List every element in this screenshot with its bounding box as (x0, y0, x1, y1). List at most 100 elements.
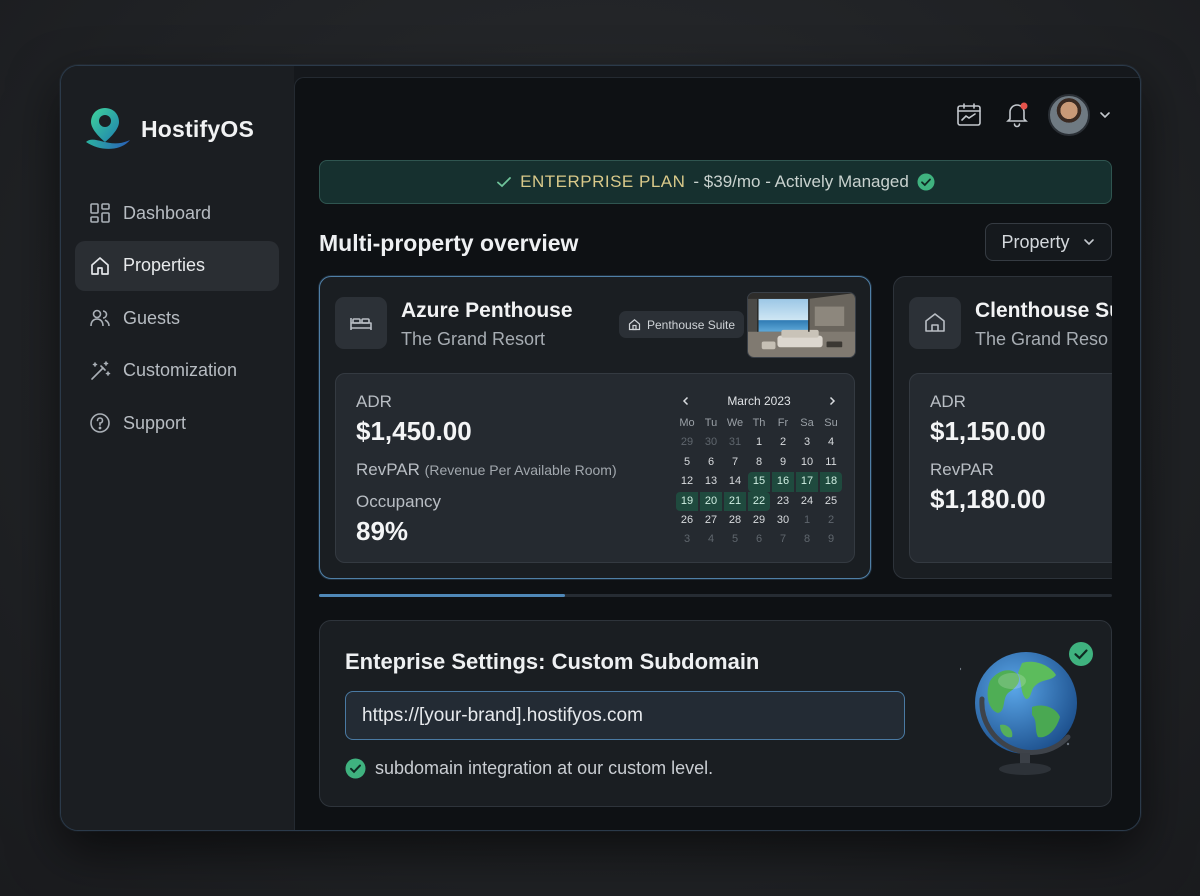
calendar-day[interactable]: 31 (724, 433, 746, 452)
calendar-day[interactable]: 20 (700, 491, 722, 511)
sidebar-item-label: Properties (123, 255, 206, 275)
chevron-right-icon[interactable] (827, 396, 837, 406)
calendar-weekday: Su (824, 417, 838, 429)
adr-value: $1,150.00 (930, 416, 1046, 446)
property-select[interactable]: Property (985, 223, 1112, 261)
calendar-day[interactable]: 30 (700, 433, 722, 452)
location-pin-logo-icon (86, 108, 130, 149)
calendar-day[interactable]: 18 (820, 472, 842, 492)
app-window: HostifyOS Dashboard Properties Guests Cu… (60, 65, 1141, 831)
calendar-day[interactable]: 28 (724, 511, 746, 530)
metrics-panel: ADR $1,150.00 RevPAR $1,180.00 (909, 373, 1123, 563)
calendar-day[interactable]: 11 (820, 453, 842, 472)
sidebar-item-label: Support (123, 412, 187, 433)
calendar-day[interactable]: 4 (820, 433, 842, 452)
sidebar-item-properties[interactable]: Properties (75, 240, 279, 291)
avatar[interactable] (1048, 94, 1090, 136)
plan-details: - $39/mo - Actively Managed (693, 172, 909, 191)
calendar-day[interactable]: 7 (724, 453, 746, 472)
calendar-day[interactable]: 27 (700, 511, 722, 530)
calendar-day[interactable]: 9 (820, 530, 842, 549)
calendar-day[interactable]: 2 (820, 511, 842, 530)
calendar-day[interactable]: 29 (748, 511, 770, 530)
chevron-down-icon (1083, 239, 1094, 246)
bell-icon[interactable] (1003, 100, 1031, 128)
calendar-day[interactable]: 3 (796, 433, 818, 452)
occupancy-value: 89% (356, 516, 409, 546)
sidebar-item-label: Customization (123, 360, 238, 380)
logo[interactable]: HostifyOS (83, 104, 254, 154)
calendar-day[interactable]: 6 (748, 530, 770, 549)
home-icon (91, 256, 109, 275)
calendar-day[interactable]: 16 (772, 472, 794, 492)
calendar-day[interactable]: 12 (676, 472, 698, 491)
occupancy-label: Occupancy (356, 492, 442, 511)
suite-badge: Penthouse Suite (619, 311, 745, 338)
calendar-day[interactable]: 8 (796, 530, 818, 549)
suite-badge-label: Penthouse Suite (647, 317, 736, 332)
page-title: Multi-property overview (319, 230, 579, 256)
calendar-day[interactable]: 3 (676, 530, 698, 549)
carousel-scrollbar[interactable] (319, 594, 1112, 597)
calendar-day[interactable]: 25 (820, 492, 842, 511)
property-name: Azure Penthouse (401, 299, 573, 322)
bed-icon-tile (335, 297, 387, 349)
settings-title: Enteprise Settings: Custom Subdomain (345, 649, 760, 674)
revpar-value: $1,180.00 (930, 484, 1046, 514)
calendar-weekday: Tu (704, 417, 718, 429)
calendar-day[interactable]: 1 (748, 433, 770, 452)
sidebar-item-guests[interactable]: Guests (75, 293, 279, 343)
dashboard-icon (90, 203, 110, 223)
calendar-day[interactable]: 4 (700, 530, 722, 549)
property-name: Clenthouse Su (975, 299, 1123, 322)
calendar-day[interactable]: 26 (676, 511, 698, 530)
calendar-day[interactable]: 10 (796, 453, 818, 472)
calendar-day[interactable]: 13 (700, 472, 722, 491)
calendar-day[interactable]: 21 (724, 491, 746, 511)
calendar-day[interactable]: 15 (748, 472, 770, 492)
calendar-day[interactable]: 19 (676, 491, 698, 511)
calendar-day[interactable]: 9 (772, 453, 794, 472)
help-circle-icon (90, 413, 110, 433)
revpar-note: (Revenue Per Available Room) (424, 462, 617, 478)
calendar-day[interactable]: 2 (772, 433, 794, 452)
check-circle-icon (345, 758, 366, 779)
check-circle-icon (917, 173, 935, 191)
calendar: March 2023 Mo Tu We Th Fr Sa Su 29 30 31 1 2 3 4 5 6 7 8 9… (676, 388, 842, 550)
calendar-day[interactable]: 6 (700, 453, 722, 472)
property-card-clenthouse[interactable]: Clenthouse Su The Grand Reso ADR $1,150.… (893, 276, 1123, 579)
calendar-day[interactable]: 5 (724, 530, 746, 549)
sidebar-item-support[interactable]: Support (75, 398, 279, 448)
property-resort: The Grand Reso (975, 329, 1109, 349)
calendar-month: March 2023 (727, 394, 791, 408)
app-name: HostifyOS (141, 115, 254, 142)
calendar-day[interactable]: 7 (772, 530, 794, 549)
property-card-azure-penthouse[interactable]: Azure Penthouse The Grand Resort Penthou… (319, 276, 871, 579)
globe-icon (960, 642, 1093, 775)
calendar-weekday: We (726, 417, 744, 429)
calendar-day[interactable]: 24 (796, 492, 818, 511)
sidebar-item-dashboard[interactable]: Dashboard (75, 188, 279, 238)
calendar-day[interactable]: 17 (796, 472, 818, 492)
calendar-day[interactable]: 1 (796, 511, 818, 530)
revpar-label: RevPAR (930, 460, 994, 479)
subdomain-input[interactable] (345, 691, 905, 740)
magic-wand-icon (91, 360, 111, 380)
sidebar-item-customization[interactable]: Customization (75, 346, 279, 396)
calendar-day[interactable]: 23 (772, 492, 794, 511)
calendar-day[interactable]: 22 (748, 491, 770, 511)
calendar-day[interactable]: 5 (676, 453, 698, 472)
calendar-weekday: Fr (777, 417, 789, 429)
home-icon (628, 319, 641, 331)
bed-icon (350, 318, 372, 330)
chevron-left-icon[interactable] (681, 396, 691, 406)
carousel-scroll-thumb[interactable] (319, 594, 565, 597)
calendar-day[interactable]: 29 (676, 433, 698, 452)
chevron-down-icon[interactable] (1098, 108, 1112, 122)
calendar-day[interactable]: 14 (724, 472, 746, 491)
plan-banner: ENTERPRISE PLAN - $39/mo - Actively Mana… (319, 160, 1112, 204)
calendar-chart-icon[interactable] (956, 102, 982, 128)
adr-label: ADR (930, 392, 966, 411)
calendar-day[interactable]: 30 (772, 511, 794, 530)
calendar-day[interactable]: 8 (748, 453, 770, 472)
